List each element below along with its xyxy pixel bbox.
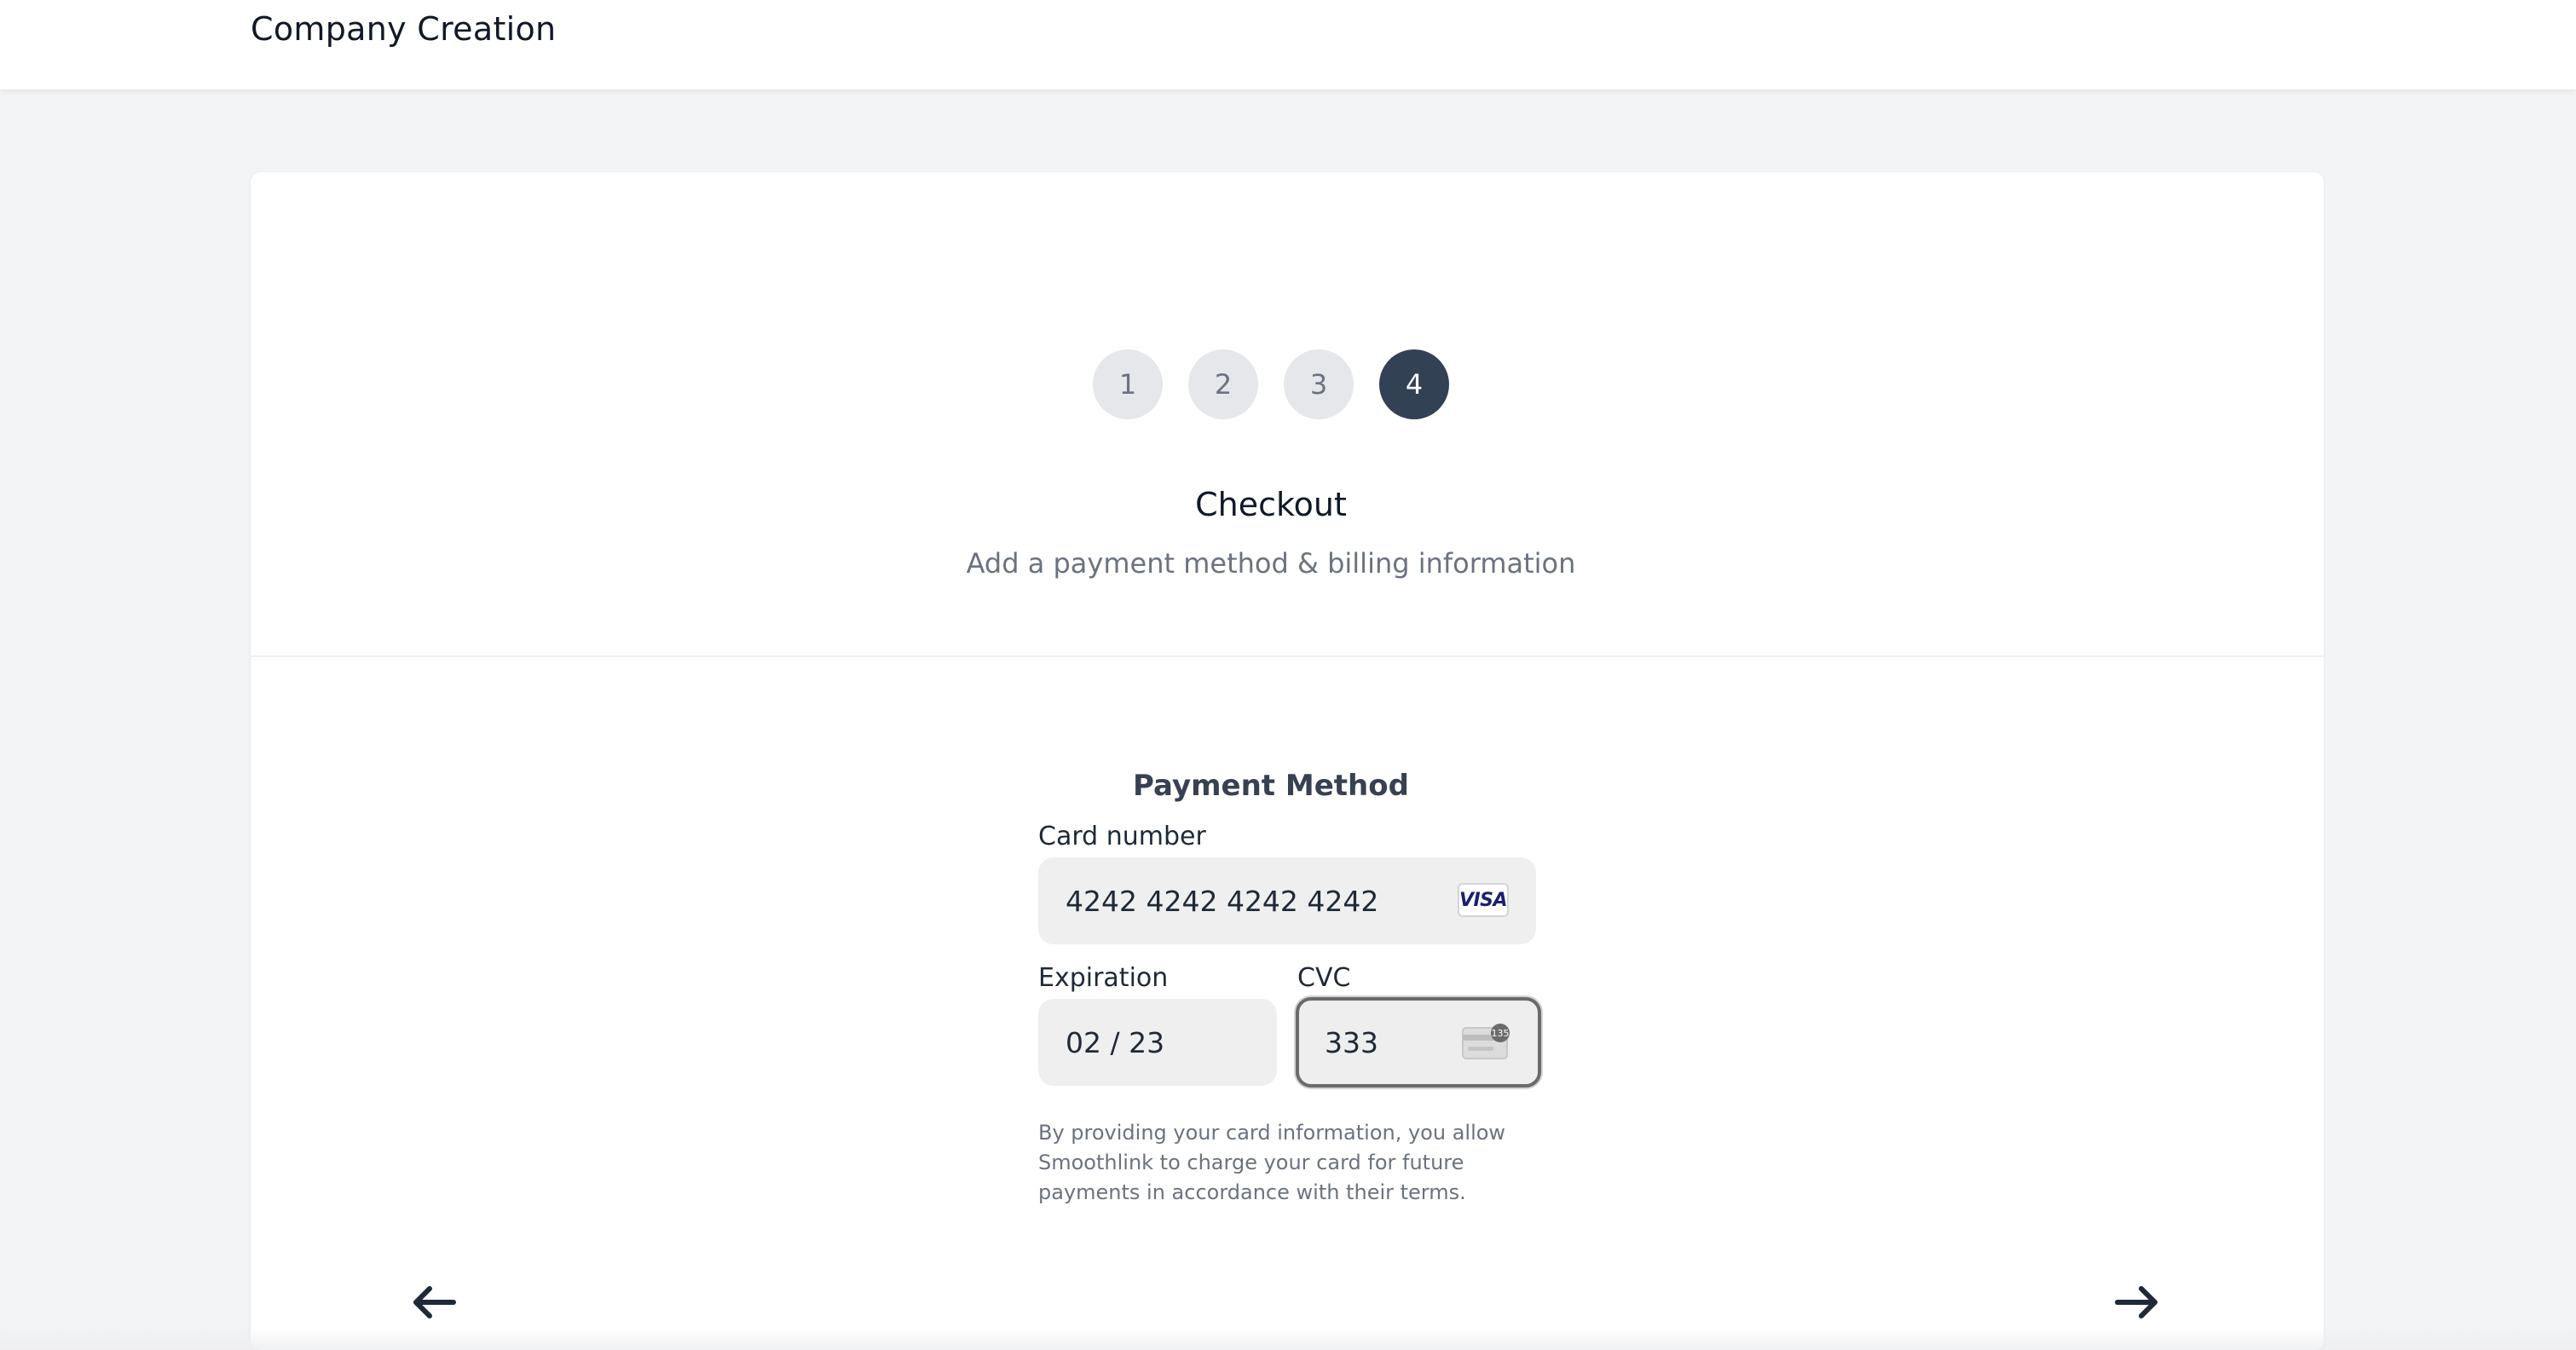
visa-icon: VISA <box>1458 883 1509 917</box>
card-number-input[interactable]: 4242 4242 4242 4242 VISA <box>1038 857 1536 944</box>
stepper: 1 2 3 4 <box>234 349 2307 419</box>
step-subtitle: Add a payment method & billing informati… <box>966 547 1576 580</box>
top-bar: Company Creation <box>0 0 2576 89</box>
step-2[interactable]: 2 <box>1188 349 1258 419</box>
cvc-label: CVC <box>1297 963 1351 993</box>
step-4-active[interactable]: 4 <box>1379 349 1449 419</box>
arrow-right-icon <box>2115 1286 2157 1318</box>
card-disclaimer: By providing your card information, you … <box>1038 1121 1506 1204</box>
step-3[interactable]: 3 <box>1284 349 1354 419</box>
payment-method-heading: Payment Method <box>1133 769 1409 803</box>
page-title: Company Creation <box>251 10 557 48</box>
expiration-label: Expiration <box>1038 963 1169 993</box>
wizard-card: 1 2 3 4 Checkout Add a payment method & … <box>251 172 2324 1350</box>
back-button[interactable] <box>404 1277 464 1328</box>
card-number-value: 4242 4242 4242 4242 <box>1066 884 1379 918</box>
cvc-value: 333 <box>1325 1025 1378 1059</box>
card-number-label: Card number <box>1038 822 1206 851</box>
cvc-input[interactable]: 333 135 <box>1296 997 1541 1088</box>
section-divider <box>251 655 2324 657</box>
cvc-card-icon: 135 <box>1462 1024 1510 1059</box>
arrow-left-icon <box>413 1286 456 1318</box>
next-button[interactable] <box>2107 1277 2167 1328</box>
step-title: Checkout <box>1195 486 1347 523</box>
expiration-value: 02 / 23 <box>1066 1025 1165 1059</box>
step-1[interactable]: 1 <box>1093 349 1163 419</box>
cvc-icon-text: 135 <box>1492 1028 1510 1039</box>
expiration-input[interactable]: 02 / 23 <box>1038 999 1277 1086</box>
